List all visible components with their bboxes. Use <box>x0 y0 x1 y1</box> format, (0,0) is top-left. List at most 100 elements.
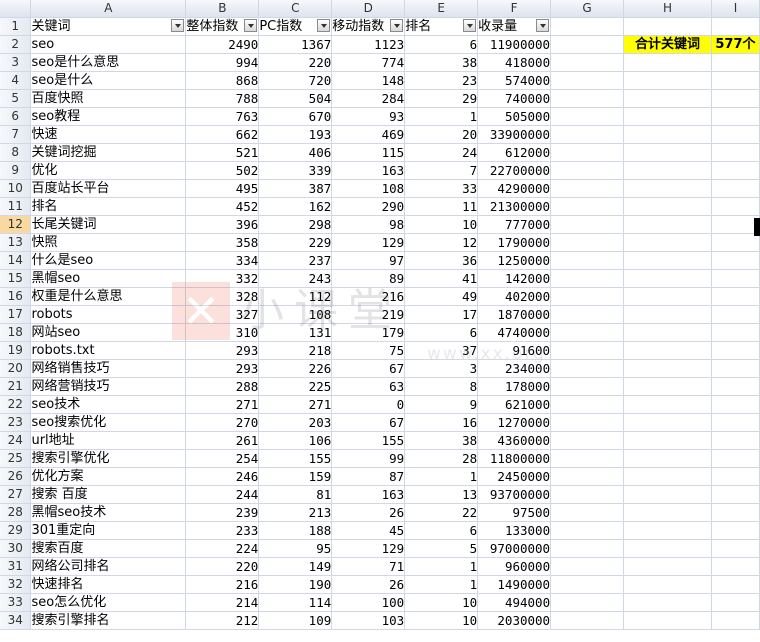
row-header[interactable]: 27 <box>0 485 32 504</box>
value-cell[interactable]: 22 <box>404 503 479 522</box>
value-cell[interactable]: 339 <box>258 161 333 180</box>
value-cell[interactable]: 521 <box>185 143 260 162</box>
row-header[interactable]: 25 <box>0 449 32 468</box>
cell[interactable] <box>711 305 760 324</box>
value-cell[interactable]: 129 <box>331 233 406 252</box>
value-cell[interactable]: 89 <box>331 269 406 288</box>
cell[interactable] <box>550 215 624 234</box>
value-cell[interactable]: 91600 <box>477 341 552 360</box>
keyword-cell[interactable]: 优化方案 <box>30 467 187 486</box>
keyword-cell[interactable]: 网络公司排名 <box>30 557 187 576</box>
cell[interactable] <box>550 143 624 162</box>
value-cell[interactable]: 103 <box>331 611 406 630</box>
value-cell[interactable]: 8 <box>404 377 479 396</box>
value-cell[interactable]: 452 <box>185 197 260 216</box>
value-cell[interactable]: 244 <box>185 485 260 504</box>
cell[interactable] <box>550 71 624 90</box>
keyword-cell[interactable]: robots.txt <box>30 341 187 360</box>
value-cell[interactable]: 97500 <box>477 503 552 522</box>
cell[interactable] <box>623 287 712 306</box>
keyword-cell[interactable]: 什么是seo <box>30 251 187 270</box>
cell[interactable] <box>550 323 624 342</box>
cell[interactable] <box>550 89 624 108</box>
keyword-cell[interactable]: 黑帽seo技术 <box>30 503 187 522</box>
row-header[interactable]: 1 <box>0 17 32 36</box>
cell[interactable] <box>623 233 712 252</box>
row-header[interactable]: 22 <box>0 395 32 414</box>
value-cell[interactable]: 114 <box>258 593 333 612</box>
value-cell[interactable]: 100 <box>331 593 406 612</box>
value-cell[interactable]: 21300000 <box>477 197 552 216</box>
value-cell[interactable]: 22700000 <box>477 161 552 180</box>
cell[interactable] <box>711 503 760 522</box>
row-header[interactable]: 31 <box>0 557 32 576</box>
value-cell[interactable]: 1250000 <box>477 251 552 270</box>
value-cell[interactable]: 71 <box>331 557 406 576</box>
value-cell[interactable]: 87 <box>331 467 406 486</box>
row-header[interactable]: 20 <box>0 359 32 378</box>
value-cell[interactable]: 233 <box>185 521 260 540</box>
column-header-f[interactable]: F <box>477 0 552 18</box>
cell[interactable] <box>711 251 760 270</box>
value-cell[interactable]: 26 <box>331 575 406 594</box>
value-cell[interactable]: 212 <box>185 611 260 630</box>
value-cell[interactable]: 2030000 <box>477 611 552 630</box>
value-cell[interactable]: 218 <box>258 341 333 360</box>
value-cell[interactable]: 213 <box>258 503 333 522</box>
header-cell[interactable]: PC指数 <box>258 17 333 36</box>
value-cell[interactable]: 38 <box>404 53 479 72</box>
cell[interactable] <box>711 71 760 90</box>
value-cell[interactable]: 67 <box>331 359 406 378</box>
value-cell[interactable]: 98 <box>331 215 406 234</box>
cell[interactable] <box>623 269 712 288</box>
value-cell[interactable]: 1 <box>404 557 479 576</box>
cell[interactable] <box>550 575 624 594</box>
value-cell[interactable]: 129 <box>331 539 406 558</box>
cell[interactable] <box>711 611 760 630</box>
cell[interactable] <box>550 521 624 540</box>
keyword-cell[interactable]: 快速排名 <box>30 575 187 594</box>
cell[interactable] <box>711 323 760 342</box>
cell[interactable] <box>711 449 760 468</box>
value-cell[interactable]: 774 <box>331 53 406 72</box>
cell[interactable] <box>623 89 712 108</box>
cell[interactable] <box>550 431 624 450</box>
cell[interactable] <box>711 467 760 486</box>
value-cell[interactable]: 216 <box>185 575 260 594</box>
row-header[interactable]: 17 <box>0 305 32 324</box>
value-cell[interactable]: 2490 <box>185 35 260 54</box>
cell[interactable] <box>550 233 624 252</box>
value-cell[interactable]: 179 <box>331 323 406 342</box>
value-cell[interactable]: 621000 <box>477 395 552 414</box>
value-cell[interactable]: 494000 <box>477 593 552 612</box>
value-cell[interactable]: 112 <box>258 287 333 306</box>
value-cell[interactable]: 49 <box>404 287 479 306</box>
value-cell[interactable]: 28 <box>404 449 479 468</box>
value-cell[interactable]: 4360000 <box>477 431 552 450</box>
value-cell[interactable]: 612000 <box>477 143 552 162</box>
value-cell[interactable]: 670 <box>258 107 333 126</box>
cell[interactable] <box>623 305 712 324</box>
value-cell[interactable]: 99 <box>331 449 406 468</box>
cell[interactable] <box>550 197 624 216</box>
value-cell[interactable]: 5 <box>404 539 479 558</box>
value-cell[interactable]: 327 <box>185 305 260 324</box>
value-cell[interactable]: 214 <box>185 593 260 612</box>
value-cell[interactable]: 159 <box>258 467 333 486</box>
cell[interactable] <box>623 413 712 432</box>
cell[interactable] <box>623 197 712 216</box>
row-header[interactable]: 24 <box>0 431 32 450</box>
column-header-g[interactable]: G <box>550 0 624 18</box>
value-cell[interactable]: 142000 <box>477 269 552 288</box>
value-cell[interactable]: 81 <box>258 485 333 504</box>
value-cell[interactable]: 224 <box>185 539 260 558</box>
row-header[interactable]: 10 <box>0 179 32 198</box>
cell[interactable] <box>623 431 712 450</box>
value-cell[interactable]: 216 <box>331 287 406 306</box>
cell[interactable] <box>711 431 760 450</box>
value-cell[interactable]: 1870000 <box>477 305 552 324</box>
row-header[interactable]: 28 <box>0 503 32 522</box>
filter-dropdown-icon[interactable] <box>171 19 185 32</box>
value-cell[interactable]: 20 <box>404 125 479 144</box>
value-cell[interactable]: 17 <box>404 305 479 324</box>
